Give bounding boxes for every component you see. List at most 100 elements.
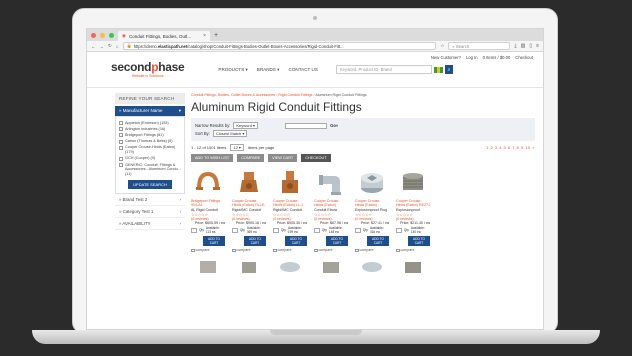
checkout-button[interactable]: CHECKOUT (301, 154, 331, 162)
address-bar[interactable]: 🔒 https://demo. elasticpath.net/catalog/s… (122, 42, 437, 50)
facet-availability[interactable]: » AVAILABILITY › (115, 218, 185, 230)
home-icon[interactable]: ⌂ (116, 44, 119, 49)
update-search-button[interactable]: UPDATE SEARCH (128, 179, 172, 189)
manufacturer-option[interactable]: GCH (Cooper) (0) (119, 156, 181, 161)
checkbox[interactable] (119, 121, 123, 125)
add-to-cart-button[interactable]: ADD TO CART (408, 236, 430, 247)
quantity-input[interactable] (191, 227, 197, 233)
per-page-select[interactable]: 12 ▾ (230, 144, 244, 151)
site-search-button[interactable]: ⌕ (444, 65, 453, 74)
nav-brands[interactable]: BRANDS ▾ (257, 67, 280, 73)
close-window-icon[interactable] (91, 32, 96, 38)
product-image[interactable] (314, 258, 348, 274)
checkbox[interactable] (119, 127, 123, 132)
close-tab-icon[interactable]: × (203, 33, 206, 39)
menu-icon[interactable]: ≡ (536, 43, 539, 49)
minimize-window-icon[interactable] (100, 32, 105, 38)
manufacturer-option[interactable]: Arlington Industries (16) (119, 127, 181, 132)
checkbox[interactable] (119, 163, 123, 168)
product-name-link[interactable]: Cooper Crouse-Hinds (Eaton) OLLE-SC (232, 199, 266, 208)
view-cart-button[interactable]: VIEW CART (268, 154, 298, 162)
fitting-image-icon (323, 262, 339, 274)
product-image[interactable] (232, 167, 266, 197)
quantity-input[interactable] (273, 227, 279, 233)
breadcrumb-link[interactable]: Conduit Fittings, Bodies, Outlet Boxes &… (191, 93, 275, 97)
compare-checkbox[interactable] (232, 248, 236, 253)
compare-checkbox[interactable] (355, 248, 359, 253)
page-links[interactable]: 1 2 3 4 5 6 7 8 9 10 » (486, 145, 535, 150)
browser-tab[interactable]: ◉ Conduit Fittings, Bodies, Outl... × (118, 31, 210, 41)
add-to-cart-button[interactable]: ADD TO CART (203, 236, 225, 247)
product-image[interactable] (396, 167, 430, 197)
product-name-link[interactable]: Bridgeport Fittings 904-AL (191, 199, 225, 208)
add-to-wishlist-button[interactable]: ADD TO WISH LIST (191, 154, 234, 162)
quantity-input[interactable] (314, 227, 320, 233)
nav-products[interactable]: PRODUCTS ▾ (218, 67, 247, 73)
checkbox[interactable] (119, 133, 123, 138)
quantity-input[interactable] (232, 227, 238, 233)
site-logo[interactable]: secondphase Website in Solutions (111, 61, 185, 78)
manufacturer-option[interactable]: GENERIC: Conduit, Fittings & Accessories… (119, 163, 181, 177)
sidebar-icon[interactable]: ▯ (529, 43, 532, 49)
product-image[interactable] (355, 167, 389, 197)
reload-icon[interactable]: ↻ (108, 43, 112, 49)
maximize-window-icon[interactable] (109, 32, 114, 38)
add-to-cart-button[interactable]: ADD TO CART (285, 236, 307, 247)
cart-summary-link[interactable]: 0 Items / $0.00 (483, 55, 511, 60)
library-icon[interactable]: ▥ (521, 43, 526, 49)
product-image[interactable] (355, 258, 389, 274)
product-name-link[interactable]: Cooper Crouse-Hinds (Eaton) RE271 SA (396, 199, 430, 208)
manufacturer-option[interactable]: Bridgeport Fittings (81) (119, 133, 181, 138)
nav-contact[interactable]: CONTACT US (289, 67, 318, 73)
product-image[interactable] (191, 258, 225, 274)
manufacturer-option[interactable]: Carlon (Thomas & Betts) (5) (119, 139, 181, 144)
conduit-elbow-icon (319, 175, 341, 195)
manufacturer-facet-header[interactable]: » Manufacturer Name ▾ (115, 106, 185, 116)
checkout-link[interactable]: Checkout (515, 55, 533, 60)
add-to-cart-button[interactable]: ADD TO CART (244, 236, 266, 247)
product-image[interactable] (191, 167, 225, 197)
quantity-input[interactable] (355, 227, 361, 233)
site-search-input[interactable]: Keyword, Product ID, Brand (335, 65, 432, 74)
product-image[interactable] (232, 258, 266, 274)
facet-category[interactable]: » Category Test 1 › (115, 206, 185, 218)
compare-button[interactable]: COMPARE (237, 154, 265, 162)
compare-checkbox[interactable] (273, 248, 277, 253)
sort-select[interactable]: Closest Match ▾ (212, 130, 248, 137)
product-name-link[interactable]: Cooper Crouse-Hinds (Eaton) LB155-SA (314, 199, 348, 208)
product-name-link[interactable]: Cooper Crouse-Hinds (Eaton) PLG80-SA (355, 199, 389, 208)
browser-search-input[interactable]: ⌕ Search (448, 42, 511, 50)
download-icon[interactable]: ⤓ (514, 43, 516, 49)
back-icon[interactable]: ← (91, 44, 96, 49)
login-link[interactable]: Log In (466, 55, 478, 60)
narrow-select[interactable]: Keyword ▾ (233, 122, 259, 129)
manufacturer-option[interactable]: Cooper Crouse-Hinds (Eaton) (179) (119, 145, 181, 154)
compare-checkbox[interactable] (191, 248, 195, 253)
checkbox[interactable] (119, 145, 123, 150)
add-to-cart-button[interactable]: ADD TO CART (326, 236, 348, 247)
checkbox[interactable] (119, 156, 123, 161)
go-button[interactable]: Go» (330, 123, 338, 128)
product-image[interactable] (396, 258, 430, 274)
product-card (191, 258, 225, 274)
new-tab-icon[interactable]: + (214, 32, 218, 39)
product-image[interactable] (314, 167, 348, 197)
product-image[interactable] (273, 167, 307, 197)
compare-checkbox[interactable] (396, 248, 400, 253)
quantity-input[interactable] (396, 227, 402, 233)
breadcrumb-link[interactable]: Rigid Conduit Fittings (278, 93, 312, 97)
product-image[interactable] (273, 258, 307, 274)
barcode-icon[interactable] (433, 66, 443, 73)
checkbox[interactable] (119, 139, 123, 144)
forward-icon[interactable]: → (100, 44, 105, 49)
bookmark-star-icon[interactable]: ☆ (440, 43, 444, 49)
conduit-fitting-icon (282, 171, 298, 193)
product-name-link[interactable]: Cooper Crouse-Hinds (Eaton) LL-1 SC (273, 199, 307, 208)
new-customer-link[interactable]: New Customer? (431, 55, 461, 60)
add-to-cart-button[interactable]: ADD TO CART (367, 236, 389, 247)
facet-brand[interactable]: » Brand Test 2 › (115, 194, 185, 206)
compare-checkbox[interactable] (314, 248, 318, 253)
keyword-input[interactable] (285, 122, 328, 129)
qty-label: Qty (239, 228, 245, 233)
manufacturer-option[interactable]: Appleton (Emerson) (153) (119, 121, 181, 126)
